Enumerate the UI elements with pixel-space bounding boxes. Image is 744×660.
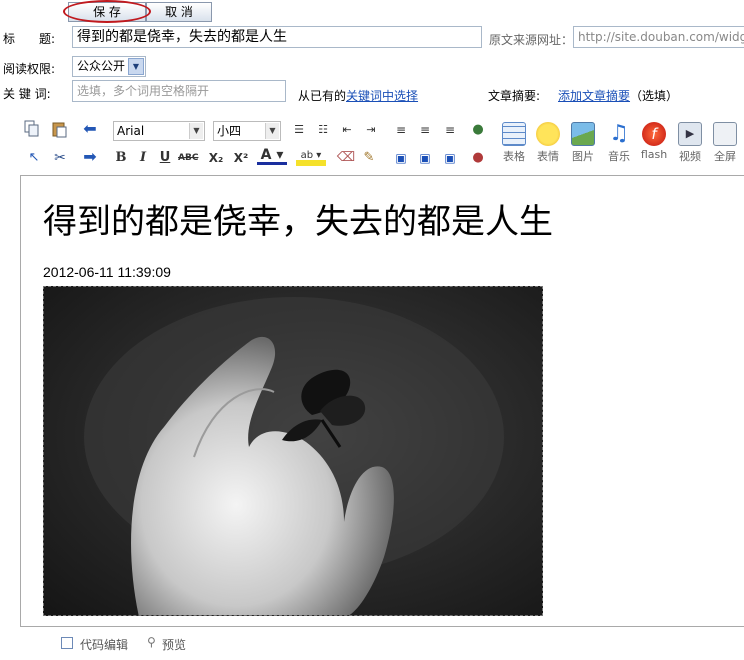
image-label: 图片	[572, 150, 594, 163]
image-right-icon[interactable]: ▣	[440, 148, 460, 168]
permission-label: 阅读权限:	[3, 62, 56, 76]
cut-icon[interactable]: ✂	[50, 148, 70, 168]
chevron-down-icon[interactable]: ▼	[128, 58, 144, 75]
save-button[interactable]: 保 存	[68, 2, 146, 22]
document-title: 得到的都是侥幸，失去的都是人生	[43, 202, 553, 242]
flash-tool[interactable]: f flash	[637, 122, 671, 161]
photo-graphic	[84, 297, 504, 615]
picture-icon	[571, 122, 595, 146]
strikethrough-icon[interactable]: ABC	[178, 148, 198, 168]
music-label: 音乐	[608, 150, 630, 163]
table-tool[interactable]: 表格	[497, 122, 531, 164]
format-painter-icon[interactable]: ✎	[359, 148, 379, 168]
link-icon[interactable]: ●	[468, 120, 488, 140]
video-icon: ▶	[678, 122, 702, 146]
permission-value: 公众公开	[77, 59, 126, 73]
italic-icon[interactable]: I	[133, 148, 153, 168]
align-center-icon[interactable]: ≡	[415, 120, 435, 140]
title-label: 标 题:	[3, 32, 56, 46]
ordered-list-icon[interactable]: ☰	[289, 120, 309, 140]
summary-label: 文章摘要:	[488, 89, 541, 103]
unlink-icon[interactable]: ●	[468, 148, 488, 168]
image-left-icon[interactable]: ▣	[391, 148, 411, 168]
chevron-down-icon: ▼	[265, 123, 279, 139]
font-family-value: Arial	[117, 124, 145, 138]
image-center-icon[interactable]: ▣	[415, 148, 435, 168]
emoticon-tool[interactable]: 表情	[531, 122, 565, 164]
cursor-icon[interactable]: ↖	[24, 148, 44, 168]
table-icon	[502, 122, 526, 146]
summary-optional: （选填）	[630, 89, 679, 103]
chevron-down-icon: ▼	[189, 123, 203, 139]
undo-icon[interactable]: ⬅	[80, 119, 100, 139]
keywords-label: 关 键 词:	[3, 87, 51, 101]
flash-icon: f	[642, 122, 666, 146]
fullscreen-icon	[713, 122, 737, 146]
code-edit-checkbox[interactable]	[61, 637, 73, 649]
editor-area[interactable]: 得到的都是侥幸，失去的都是人生 2012-06-11 11:39:09	[20, 175, 744, 627]
outdent-icon[interactable]: ⇤	[337, 120, 357, 140]
summary-group: 添加文章摘要（选填）	[558, 87, 678, 104]
document-date: 2012-06-11 11:39:09	[43, 264, 171, 280]
font-color-icon[interactable]: A ▾	[257, 145, 287, 165]
flash-label: flash	[640, 148, 668, 161]
source-label: 原文来源网址：	[489, 33, 574, 47]
image-tool[interactable]: 图片	[566, 122, 600, 164]
title-input[interactable]: 得到的都是侥幸，失去的都是人生	[72, 26, 482, 48]
indent-icon[interactable]: ⇥	[361, 120, 381, 140]
font-size-select[interactable]: 小四 ▼	[213, 121, 281, 141]
align-left-icon[interactable]: ≡	[391, 120, 411, 140]
video-tool[interactable]: ▶ 视频	[673, 122, 707, 164]
font-family-select[interactable]: Arial ▼	[113, 121, 205, 141]
magnifier-icon[interactable]: ⚲	[147, 635, 156, 649]
source-url-input[interactable]: http://site.douban.com/widget/n	[573, 26, 744, 48]
smiley-icon	[536, 122, 560, 146]
unordered-list-icon[interactable]: ☷	[313, 120, 333, 140]
superscript-icon[interactable]: X²	[231, 148, 251, 168]
paste-icon[interactable]	[50, 120, 70, 140]
keywords-choose: 从已有的关键词中选择	[298, 87, 418, 104]
copy-icon[interactable]	[22, 120, 42, 140]
keywords-input[interactable]: 选填，多个词用空格隔开	[72, 80, 286, 102]
fullscreen-tool[interactable]: 全屏	[708, 122, 742, 164]
preview-label[interactable]: 预览	[162, 636, 186, 653]
permission-select[interactable]: 公众公开 ▼	[72, 56, 146, 77]
code-edit-label: 代码编辑	[80, 638, 129, 652]
subscript-icon[interactable]: X₂	[206, 148, 226, 168]
bold-icon[interactable]: B	[111, 148, 131, 168]
redo-icon[interactable]: ➡	[80, 147, 100, 167]
music-tool[interactable]: ♫ 音乐	[602, 122, 636, 164]
keywords-choose-link[interactable]: 关键词中选择	[346, 89, 418, 103]
highlight-color-icon[interactable]: ab ▾	[296, 146, 326, 166]
music-note-icon: ♫	[609, 121, 629, 146]
keywords-choose-prefix: 从已有的	[298, 89, 347, 103]
font-size-value: 小四	[217, 124, 242, 138]
emoticon-label: 表情	[537, 150, 559, 163]
fullscreen-label: 全屏	[714, 150, 736, 163]
cancel-button[interactable]: 取 消	[146, 2, 212, 22]
butterfly-hand-photo[interactable]	[43, 286, 543, 616]
add-summary-link[interactable]: 添加文章摘要	[558, 89, 630, 103]
align-right-icon[interactable]: ≡	[440, 120, 460, 140]
table-label: 表格	[503, 150, 525, 163]
video-label: 视频	[679, 150, 701, 163]
eraser-icon[interactable]: ⌫	[336, 148, 356, 168]
underline-icon[interactable]: U	[155, 148, 175, 168]
